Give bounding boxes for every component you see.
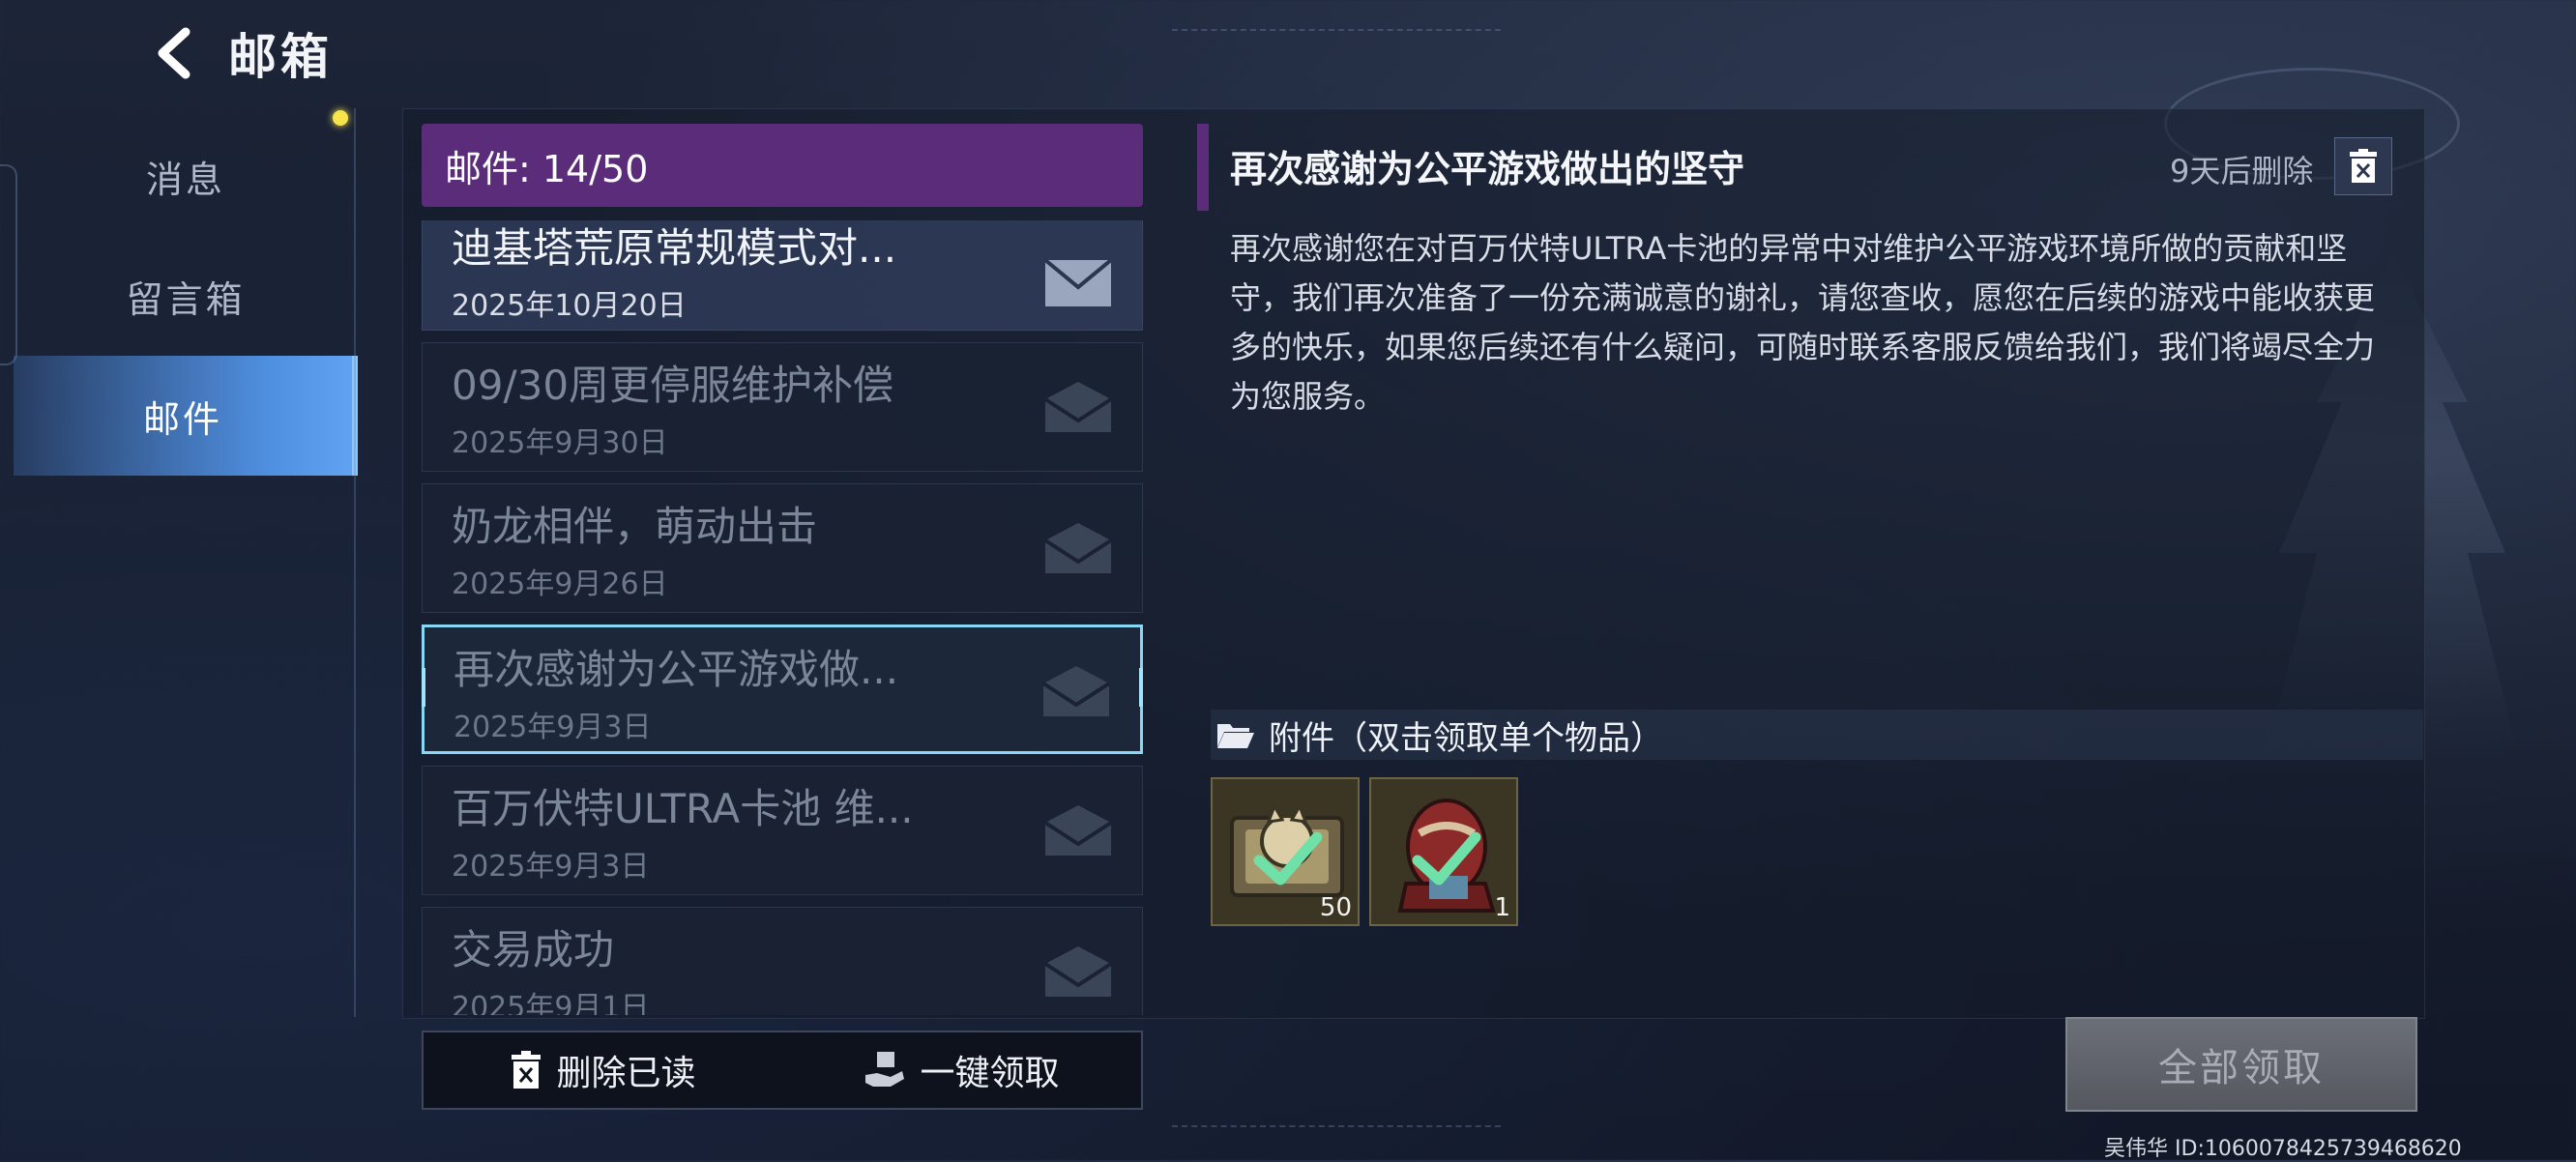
decor-bottom (1172, 1125, 1501, 1135)
claim-all-button[interactable]: 全部领取 (2065, 1017, 2417, 1112)
mail-item[interactable]: 百万伏特ULTRA卡池 维... 2025年9月3日 (422, 766, 1143, 895)
sidebar-item-message-box[interactable]: 留言箱 (14, 236, 358, 356)
mail-date: 2025年9月3日 (454, 711, 652, 744)
mail-date: 2025年9月3日 (452, 850, 650, 884)
sidebar-item-messages[interactable]: 消息 (14, 116, 358, 236)
mail-date: 2025年9月30日 (452, 426, 668, 460)
mail-actions-bar: 删除已读 一键领取 (422, 1031, 1143, 1110)
mail-item[interactable]: 迪基塔荒原常规模式对... 2025年10月20日 (422, 220, 1143, 331)
mail-title: 迪基塔荒原常规模式对... (452, 224, 897, 272)
header: 邮箱 (145, 10, 333, 97)
delete-mail-button[interactable] (2334, 137, 2392, 195)
delete-read-button[interactable]: 删除已读 (424, 1032, 782, 1108)
attachment-quantity: 1 (1494, 893, 1510, 922)
mail-title: 奶龙相伴，萌动出击 (452, 503, 818, 550)
attachment-item[interactable]: 50 (1211, 777, 1360, 926)
back-button[interactable] (145, 24, 203, 82)
attachment-list: 50 1 (1211, 777, 1518, 926)
envelope-icon (1043, 258, 1113, 306)
envelope-open-icon (1043, 523, 1113, 573)
mail-date: 2025年9月1日 (452, 991, 650, 1015)
attachment-item[interactable]: 1 (1369, 777, 1518, 926)
delete-read-label: 删除已读 (556, 1054, 696, 1093)
folder-open-icon (1217, 724, 1254, 748)
mail-title: 百万伏特ULTRA卡池 维... (452, 785, 914, 832)
sidebar-item-mail[interactable]: 邮件 (14, 356, 358, 476)
mail-list[interactable]: 迪基塔荒原常规模式对... 2025年10月20日 09/30周更停服维护补偿 … (422, 220, 1143, 1015)
mail-title: 09/30周更停服维护补偿 (452, 362, 894, 409)
mail-count-bar: 邮件: 14/50 (422, 124, 1143, 207)
claim-one-key-button[interactable]: 一键领取 (782, 1032, 1141, 1108)
notification-dot (333, 110, 348, 126)
trash-icon (2350, 149, 2377, 183)
expire-label: 9天后删除 (2170, 153, 2314, 189)
user-name: 吴伟华 (2104, 1137, 2169, 1161)
user-id: ID:1060078425739468620 (2175, 1137, 2462, 1161)
envelope-open-icon (1043, 805, 1113, 856)
trash-icon (512, 1051, 542, 1089)
sidebar-nav: 消息 留言箱 邮件 (14, 116, 358, 476)
claim-all-label: 全部领取 (2158, 1046, 2325, 1090)
mail-count-label: 邮件: 14/50 (445, 147, 649, 190)
mail-date: 2025年10月20日 (452, 289, 687, 323)
mail-item-selected[interactable]: 再次感谢为公平游戏做... 2025年9月3日 (422, 625, 1143, 754)
attachment-header: 附件（双击领取单个物品） (1211, 710, 2423, 760)
user-id-footer: 吴伟华 ID:1060078425739468620 (2104, 1131, 2462, 1162)
detail-body: 再次感谢您在对百万伏特ULTRA卡池的异常中对维护公平游戏环境所做的贡献和坚守，… (1230, 230, 2376, 415)
mail-title: 交易成功 (452, 926, 615, 973)
claim-one-key-label: 一键领取 (920, 1054, 1060, 1093)
mail-title: 再次感谢为公平游戏做... (454, 646, 899, 693)
envelope-open-icon (1041, 666, 1111, 716)
page-title: 邮箱 (228, 29, 333, 85)
envelope-open-icon (1043, 946, 1113, 997)
chevron-left-icon (158, 27, 190, 79)
mail-item[interactable]: 奶龙相伴，萌动出击 2025年9月26日 (422, 483, 1143, 613)
mail-item[interactable]: 09/30周更停服维护补偿 2025年9月30日 (422, 342, 1143, 472)
nav-divider (354, 108, 356, 1017)
hand-gift-icon (865, 1052, 905, 1087)
detail-title: 再次感谢为公平游戏做出的坚守 (1230, 148, 1745, 190)
decor-top (1172, 29, 1501, 39)
mail-item[interactable]: 交易成功 2025年9月1日 (422, 907, 1143, 1015)
mail-date: 2025年9月26日 (452, 567, 668, 601)
attachment-quantity: 50 (1319, 893, 1352, 922)
envelope-open-icon (1043, 382, 1113, 432)
detail-accent-bar (1197, 124, 1209, 211)
attachment-label: 附件（双击领取单个物品） (1269, 718, 1663, 758)
